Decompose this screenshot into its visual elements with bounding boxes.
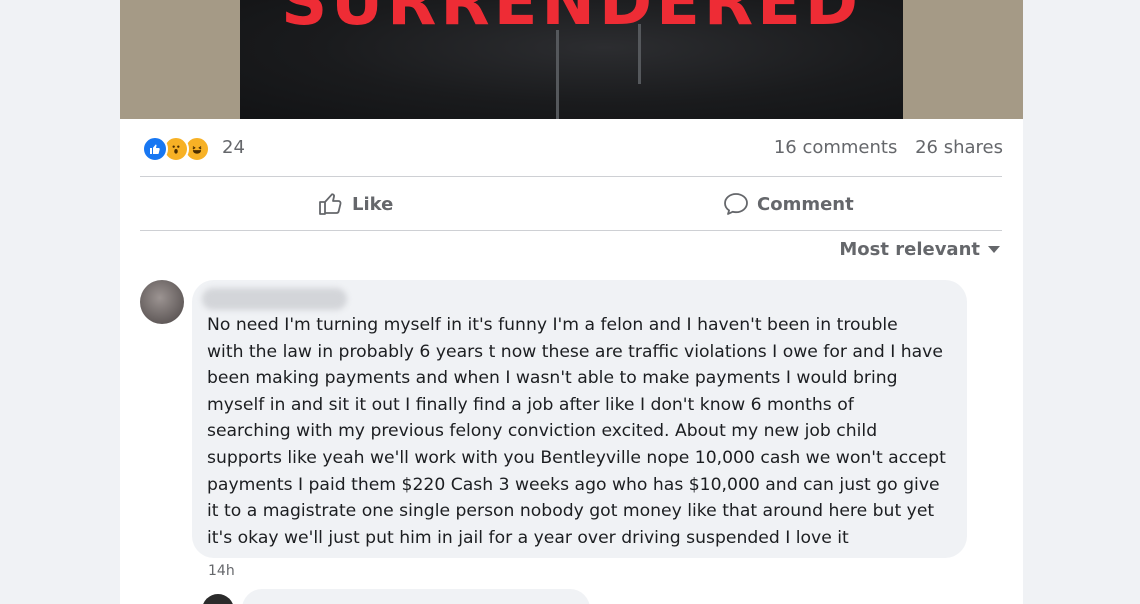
comment-icon xyxy=(724,193,748,215)
image-title-text: SURRENDERED xyxy=(281,0,862,40)
divider xyxy=(140,230,1002,231)
post-image[interactable]: SURRENDERED xyxy=(120,0,1023,119)
like-button[interactable]: Like xyxy=(318,186,393,222)
divider xyxy=(140,176,1002,177)
post-stats: 16 comments 26 shares xyxy=(762,137,1003,158)
like-button-label: Like xyxy=(352,193,394,215)
shares-count-link[interactable]: 26 shares xyxy=(915,137,1003,158)
comment-sort-dropdown[interactable]: Most relevant xyxy=(839,239,1000,260)
reactions-summary: 24 16 comments 26 shares xyxy=(142,134,1003,164)
post-card: SURRENDERED 24 16 comments 26 shares Lik… xyxy=(120,0,1023,604)
drawstring xyxy=(556,30,559,119)
comment-bubble: No need I'm turning myself in it's funny… xyxy=(192,280,967,558)
comments-count-link[interactable]: 16 comments xyxy=(774,137,898,158)
reply-avatar[interactable] xyxy=(202,594,234,604)
comment-button-label: Comment xyxy=(757,193,854,215)
comment-sort-label: Most relevant xyxy=(839,239,980,260)
comment-text: No need I'm turning myself in it's funny… xyxy=(207,315,946,548)
reply-bubble xyxy=(242,589,590,604)
comment-author-name-redacted[interactable] xyxy=(202,288,347,310)
thumbs-up-icon xyxy=(319,193,342,215)
comment-button[interactable]: Comment xyxy=(723,186,854,222)
like-icon xyxy=(142,136,168,162)
reaction-count[interactable]: 24 xyxy=(222,137,245,158)
avatar[interactable] xyxy=(140,280,184,324)
post-image-photo: SURRENDERED xyxy=(240,0,903,119)
comment-timestamp[interactable]: 14h xyxy=(208,563,235,579)
caret-down-icon xyxy=(988,246,1000,253)
